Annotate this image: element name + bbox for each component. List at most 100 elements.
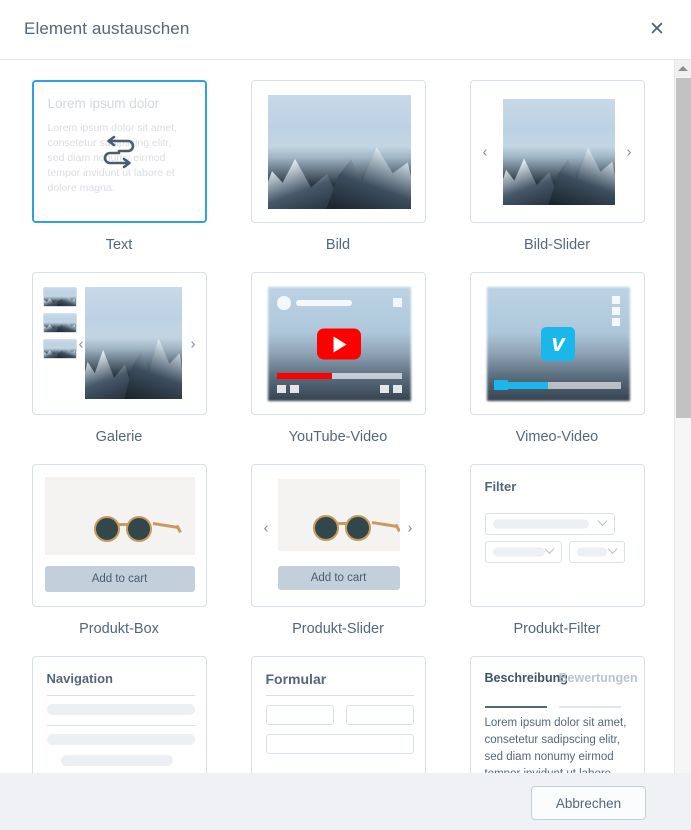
- swap-icon: [103, 135, 135, 168]
- vertical-scrollbar[interactable]: [674, 60, 691, 773]
- tab-inactive-underline: [558, 706, 621, 708]
- divider: [46, 725, 195, 726]
- video-thumbnail: [267, 287, 411, 401]
- element-card-galerie[interactable]: ‹ ›: [31, 272, 207, 415]
- form-input-field[interactable]: [265, 705, 334, 725]
- chevron-right-icon[interactable]: ›: [191, 336, 196, 351]
- element-card-bild[interactable]: [250, 80, 426, 223]
- add-to-cart-button[interactable]: Add to cart: [277, 566, 400, 590]
- gallery-thumbnails: [42, 287, 77, 365]
- tab-active-underline: [484, 706, 547, 708]
- element-option-produkt-slider[interactable]: ‹ › Add to cart Produkt-Slider: [229, 464, 448, 656]
- element-option-produkt-filter[interactable]: Filter Produkt-Filter: [448, 464, 667, 656]
- element-card-youtube-video[interactable]: [250, 272, 426, 415]
- element-card-produkt-slider[interactable]: ‹ › Add to cart: [250, 464, 426, 607]
- filter-dropdown[interactable]: [484, 513, 615, 535]
- tab-body-text: Lorem ipsum dolor sit amet, consetetur s…: [484, 717, 627, 773]
- tab-bewertungen[interactable]: Bewertungen: [558, 669, 638, 687]
- divider: [46, 695, 195, 696]
- video-control-placeholder: [379, 385, 389, 393]
- video-progress-bar[interactable]: [495, 382, 621, 389]
- chevron-left-icon[interactable]: ‹: [264, 521, 269, 536]
- element-card-produkt-box[interactable]: Add to cart: [31, 464, 207, 607]
- exchange-element-dialog: Element austauschen ✕ Lorem ipsum dolor …: [0, 0, 691, 830]
- element-option-vimeo-video[interactable]: v Vimeo-Video: [448, 272, 667, 464]
- navigation-heading: Navigation: [46, 671, 113, 686]
- sunglasses-photo: [277, 479, 400, 551]
- element-label: Vimeo-Video: [515, 429, 599, 445]
- element-option-youtube-video[interactable]: YouTube-Video: [229, 272, 448, 464]
- element-card-bild-slider[interactable]: ‹ ›: [469, 80, 645, 223]
- chevron-left-icon[interactable]: ‹: [79, 336, 84, 351]
- dialog-header: Element austauschen ✕: [0, 0, 691, 60]
- dialog-footer: Abbrechen: [0, 773, 691, 830]
- video-title-placeholder: [295, 300, 352, 306]
- video-control-placeholder: [276, 385, 286, 393]
- element-option-text[interactable]: Lorem ipsum dolor Lorem ipsum dolor sit …: [10, 80, 229, 272]
- form-input-field[interactable]: [345, 705, 414, 725]
- gallery-thumbnail[interactable]: [42, 339, 77, 359]
- cancel-button[interactable]: Abbrechen: [531, 786, 646, 820]
- youtube-play-icon[interactable]: [317, 328, 361, 360]
- element-label: Produkt-Slider: [292, 621, 384, 637]
- tab-label: Beschreibung: [484, 671, 568, 685]
- scrollbar-thumb[interactable]: [676, 78, 691, 418]
- filter-dropdown[interactable]: [484, 541, 562, 563]
- filter-dropdown[interactable]: [568, 541, 625, 563]
- add-to-cart-button[interactable]: Add to cart: [44, 566, 195, 592]
- form-input-field[interactable]: [265, 734, 414, 754]
- element-card-produkt-filter[interactable]: Filter: [469, 464, 645, 607]
- navigation-item-placeholder: [46, 704, 195, 715]
- vimeo-logo-icon[interactable]: v: [541, 327, 575, 361]
- element-label: Galerie: [95, 429, 143, 445]
- element-card-produkt-tabs[interactable]: Beschreibung Bewertungen Lorem ipsum dol…: [469, 656, 645, 773]
- element-label: Text: [105, 237, 133, 253]
- chevron-left-icon[interactable]: ‹: [483, 144, 488, 159]
- sunglasses-photo: [44, 477, 195, 555]
- gallery-thumbnail[interactable]: [42, 313, 77, 333]
- element-option-produkt-tabs[interactable]: Beschreibung Bewertungen Lorem ipsum dol…: [448, 656, 667, 773]
- video-menu-icon: [611, 296, 620, 329]
- element-grid: Lorem ipsum dolor Lorem ipsum dolor sit …: [0, 60, 676, 773]
- element-card-navigation[interactable]: Navigation: [31, 656, 207, 773]
- tab-beschreibung[interactable]: Beschreibung: [484, 669, 568, 687]
- chevron-right-icon[interactable]: ›: [627, 144, 632, 159]
- divider: [265, 695, 414, 696]
- element-card-vimeo-video[interactable]: v: [469, 272, 645, 415]
- gallery-thumbnail[interactable]: [42, 287, 77, 307]
- close-icon[interactable]: ✕: [645, 18, 669, 42]
- scroll-up-arrow-icon[interactable]: [675, 60, 691, 77]
- element-label: Bild-Slider: [523, 237, 591, 253]
- video-control-placeholder: [392, 385, 402, 393]
- chevron-down-icon: [544, 544, 554, 554]
- element-option-navigation[interactable]: Navigation Navigation: [10, 656, 229, 773]
- element-label: Produkt-Filter: [513, 621, 601, 637]
- video-control-placeholder: [289, 385, 299, 393]
- element-option-bild[interactable]: Bild: [229, 80, 448, 272]
- element-label: YouTube-Video: [288, 429, 388, 445]
- dialog-title: Element austauschen: [24, 19, 190, 38]
- filter-heading: Filter: [484, 479, 517, 494]
- mountain-photo: [84, 287, 182, 399]
- chevron-down-icon: [597, 516, 607, 526]
- element-card-formular[interactable]: Formular: [250, 656, 426, 773]
- form-heading: Formular: [265, 671, 327, 687]
- avatar: [276, 296, 291, 310]
- element-option-bild-slider[interactable]: ‹ › Bild-Slider: [448, 80, 667, 272]
- element-label: Bild: [325, 237, 351, 253]
- chevron-down-icon: [607, 544, 617, 554]
- video-menu-placeholder: [392, 298, 402, 307]
- element-option-galerie[interactable]: ‹ › Galerie: [10, 272, 229, 464]
- element-card-text[interactable]: Lorem ipsum dolor Lorem ipsum dolor sit …: [31, 80, 207, 223]
- tab-label: Bewertungen: [558, 671, 638, 685]
- mountain-photo: [267, 95, 411, 209]
- video-thumbnail: v: [486, 287, 630, 401]
- navigation-item-placeholder: [46, 734, 195, 745]
- element-option-produkt-box[interactable]: Add to cart Produkt-Box: [10, 464, 229, 656]
- video-progress-bar[interactable]: [276, 373, 402, 379]
- element-label: Produkt-Box: [79, 621, 159, 637]
- navigation-item-placeholder: [60, 755, 173, 766]
- chevron-right-icon[interactable]: ›: [408, 521, 413, 536]
- element-option-formular[interactable]: Formular Formular: [229, 656, 448, 773]
- element-grid-scroll-area: Lorem ipsum dolor Lorem ipsum dolor sit …: [0, 60, 691, 773]
